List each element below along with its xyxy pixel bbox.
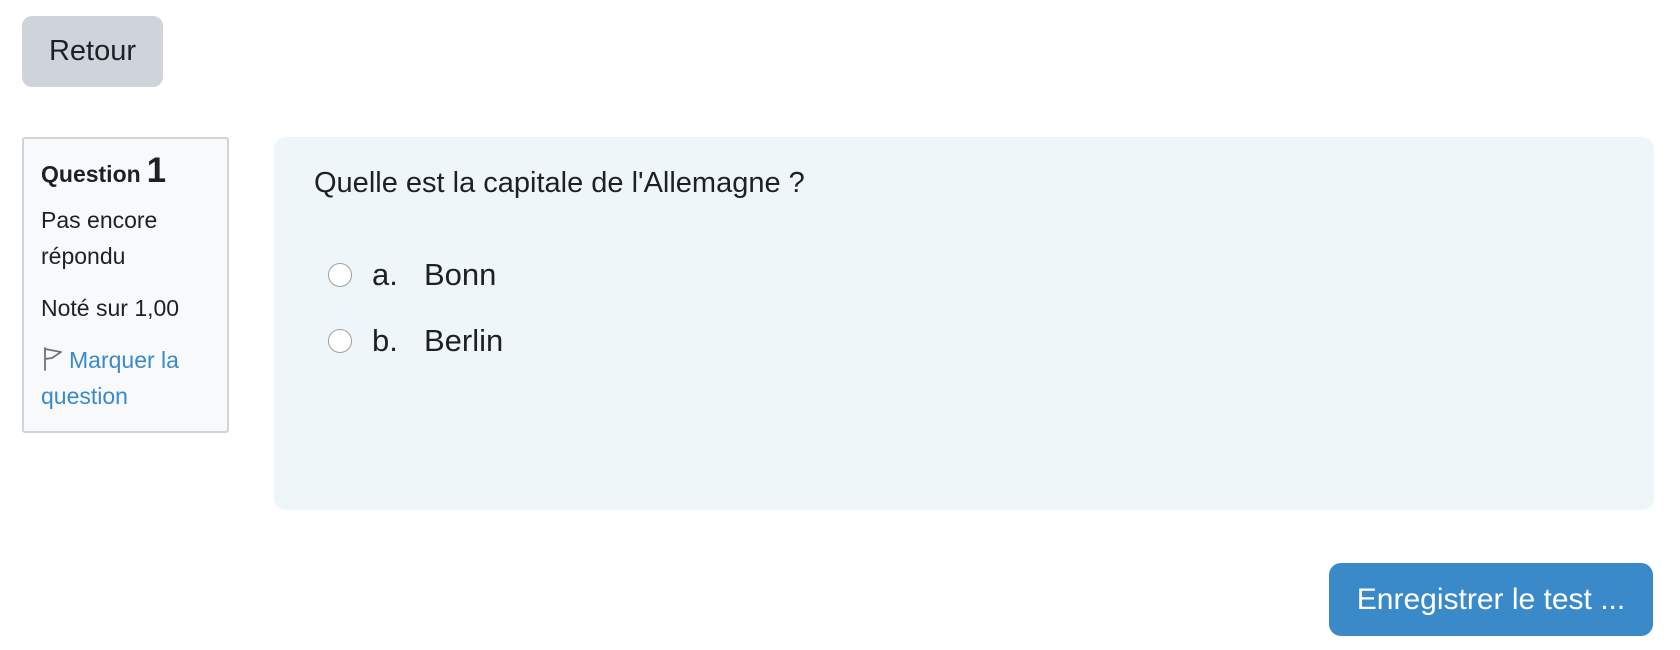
answer-b-letter: b. bbox=[372, 323, 398, 358]
question-grade: Noté sur 1,00 bbox=[41, 295, 180, 321]
answer-option-b[interactable]: b. Berlin bbox=[328, 323, 503, 359]
question-heading: Question 1 bbox=[41, 153, 211, 188]
answer-a-radio[interactable] bbox=[328, 263, 352, 287]
question-state: Pas encore répondu bbox=[41, 207, 158, 269]
question-label: Question bbox=[41, 161, 141, 187]
question-text: Quelle est la capitale de l'Allemagne ? bbox=[314, 167, 805, 199]
flag-question-link[interactable]: Marquer la question bbox=[41, 342, 211, 414]
answer-a-letter: a. bbox=[372, 257, 398, 292]
answer-option-a[interactable]: a. Bonn bbox=[328, 257, 496, 293]
question-info-panel: Question 1 Pas encore répondu Noté sur 1… bbox=[22, 137, 229, 433]
save-test-button[interactable]: Enregistrer le test ... bbox=[1329, 563, 1653, 636]
flag-icon bbox=[44, 347, 62, 371]
question-number: 1 bbox=[146, 151, 167, 190]
back-button[interactable]: Retour bbox=[22, 16, 163, 87]
answer-a-text: Bonn bbox=[424, 257, 497, 292]
answer-b-radio[interactable] bbox=[328, 329, 352, 353]
answer-b-text: Berlin bbox=[424, 323, 504, 358]
question-panel: Quelle est la capitale de l'Allemagne ? … bbox=[274, 137, 1654, 510]
